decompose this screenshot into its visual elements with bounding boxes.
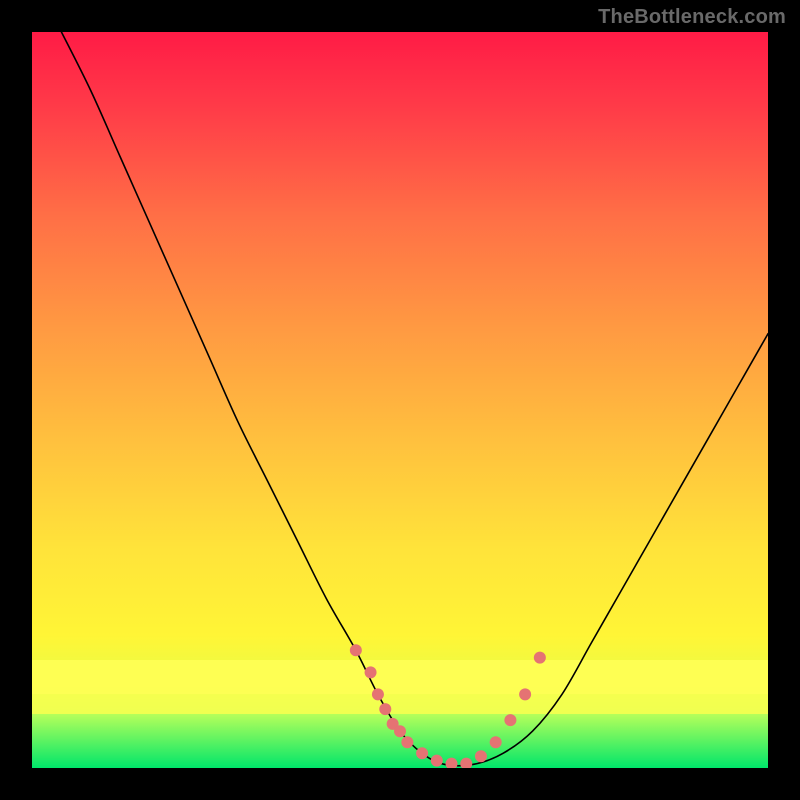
curve-marker xyxy=(379,703,391,715)
curve-markers xyxy=(350,644,546,768)
watermark-label: TheBottleneck.com xyxy=(598,6,786,29)
curve-marker xyxy=(475,750,487,762)
curve-marker xyxy=(460,758,472,768)
curve-marker xyxy=(350,644,362,656)
curve-marker xyxy=(519,688,531,700)
curve-marker xyxy=(372,688,384,700)
curve-marker xyxy=(365,666,377,678)
curve-marker xyxy=(446,758,458,768)
curve-marker xyxy=(534,652,546,664)
curve-marker xyxy=(416,747,428,759)
bottleneck-curve xyxy=(61,32,768,766)
chart-overlay-svg xyxy=(32,32,768,768)
curve-marker xyxy=(431,755,443,767)
curve-marker xyxy=(490,736,502,748)
curve-marker xyxy=(394,725,406,737)
chart-area xyxy=(32,32,768,768)
curve-marker xyxy=(504,714,516,726)
curve-marker xyxy=(401,736,413,748)
